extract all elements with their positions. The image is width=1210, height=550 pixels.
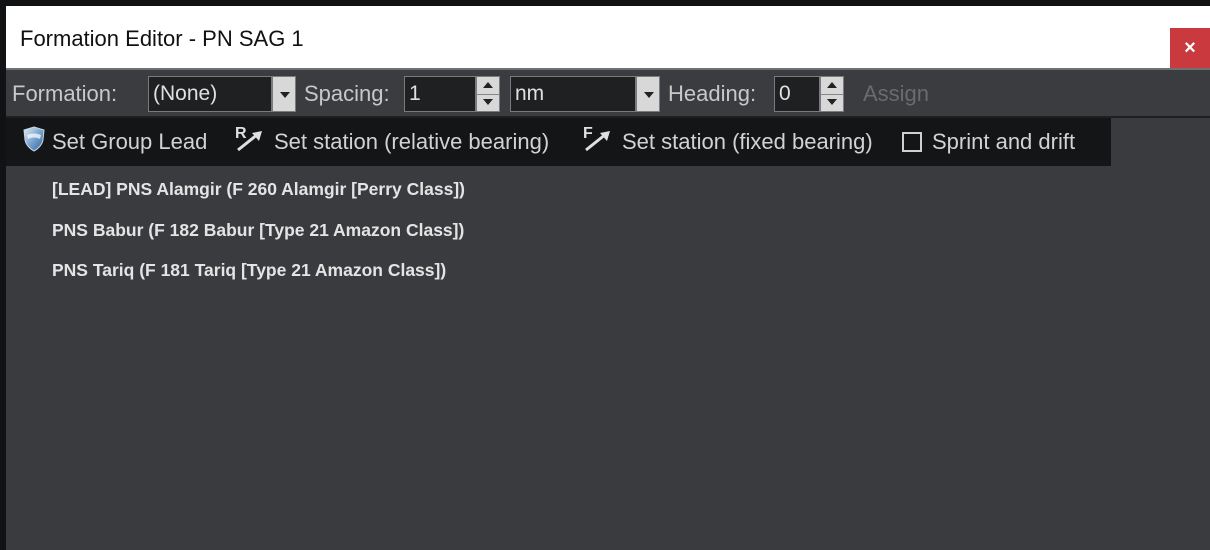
close-button[interactable]: × (1170, 28, 1210, 68)
toolbar-filler (1111, 118, 1210, 166)
assign-button[interactable]: Assign (863, 81, 929, 107)
set-station-relative-button[interactable]: R Set station (relative bearing) (234, 118, 549, 166)
action-toolbar: Set Group Lead R Set station (relative b… (6, 118, 1111, 166)
heading-up-arrow-icon[interactable] (821, 77, 843, 95)
unit-select[interactable]: nm (510, 76, 636, 112)
fixed-bearing-arrow-icon: F (582, 124, 616, 160)
sprint-and-drift-checkbox[interactable] (902, 132, 922, 152)
spacing-up-arrow-icon[interactable] (477, 77, 499, 95)
sprint-and-drift-toggle[interactable]: Sprint and drift (902, 118, 1075, 166)
relative-bearing-arrow-icon: R (234, 124, 268, 160)
unit-dropdown-arrow-icon[interactable] (636, 76, 660, 112)
window-title: Formation Editor - PN SAG 1 (20, 26, 304, 51)
set-station-fixed-button[interactable]: F Set station (fixed bearing) (582, 118, 873, 166)
set-station-relative-label: Set station (relative bearing) (274, 129, 550, 154)
relative-icon-letter: R (235, 125, 247, 142)
spacing-spinner[interactable] (476, 76, 500, 112)
spacing-down-arrow-icon[interactable] (477, 94, 499, 111)
formation-dropdown-arrow-icon[interactable] (272, 76, 296, 112)
formation-editor-window: Formation Editor - PN SAG 1 × Formation:… (6, 6, 1210, 550)
heading-down-arrow-icon[interactable] (821, 94, 843, 111)
shield-icon (22, 126, 46, 158)
heading-spinner[interactable] (820, 76, 844, 112)
list-item[interactable]: PNS Tariq (F 181 Tariq [Type 21 Amazon C… (52, 260, 446, 281)
set-station-fixed-label: Set station (fixed bearing) (622, 129, 873, 154)
fixed-icon-letter: F (583, 125, 593, 142)
set-group-lead-label: Set Group Lead (52, 129, 208, 154)
formation-select[interactable]: (None) (148, 76, 272, 112)
heading-label: Heading: (668, 81, 757, 106)
formation-toolbar: Formation: (None) Spacing: 1 nm Heading:… (6, 68, 1210, 118)
close-icon: × (1184, 36, 1196, 59)
heading-input[interactable]: 0 (774, 76, 820, 112)
title-bar[interactable]: Formation Editor - PN SAG 1 × (6, 6, 1210, 68)
spacing-input[interactable]: 1 (404, 76, 476, 112)
formation-label: Formation: (12, 81, 118, 106)
list-item[interactable]: PNS Babur (F 182 Babur [Type 21 Amazon C… (52, 220, 464, 241)
sprint-and-drift-label: Sprint and drift (932, 129, 1076, 154)
spacing-label: Spacing: (304, 81, 390, 106)
set-group-lead-button[interactable]: Set Group Lead (22, 118, 207, 166)
list-item[interactable]: [LEAD] PNS Alamgir (F 260 Alamgir [Perry… (52, 179, 465, 200)
